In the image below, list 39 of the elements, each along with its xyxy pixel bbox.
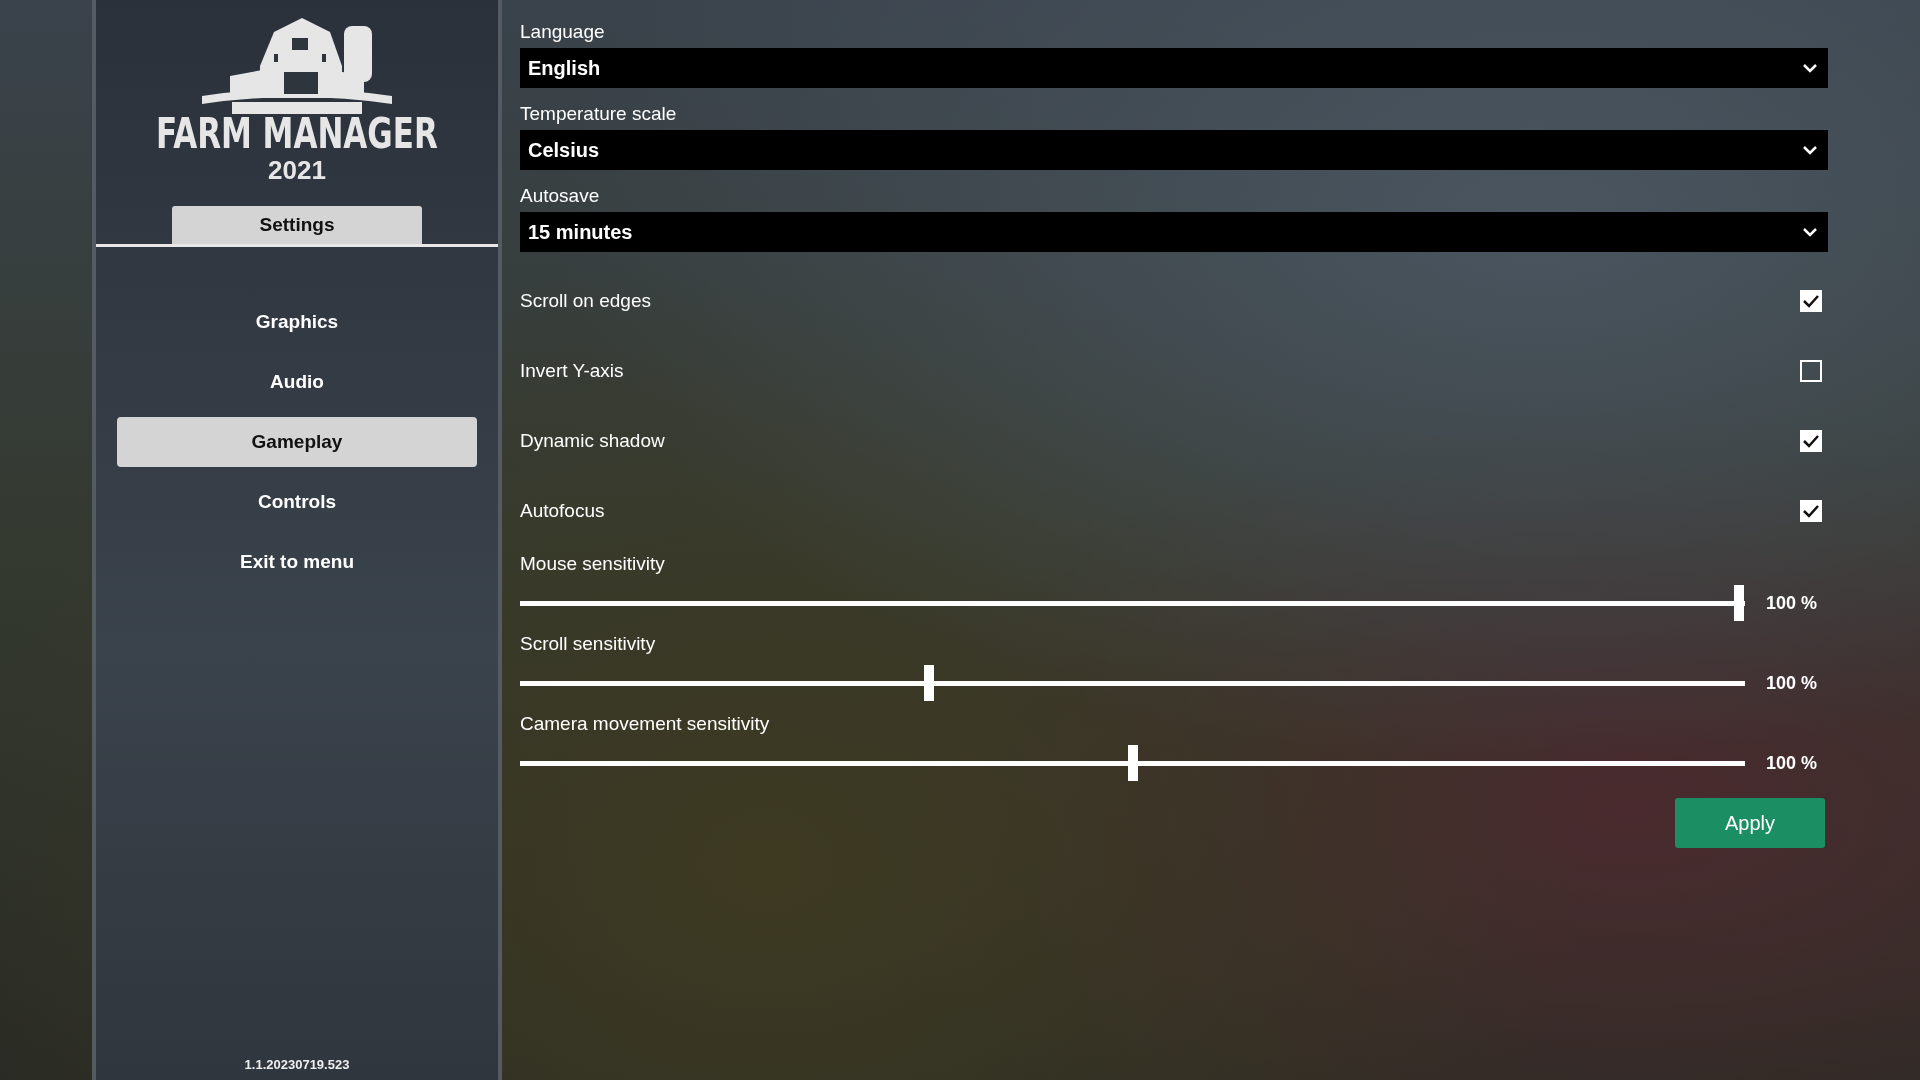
logo-title: FARM MANAGER	[156, 112, 438, 156]
slider-value: 100 %	[1766, 592, 1818, 614]
menu-item[interactable]: Graphics	[117, 297, 477, 347]
apply-button[interactable]: Apply	[1675, 798, 1825, 848]
setting-label: Autosave	[520, 184, 601, 208]
check-icon	[1803, 434, 1819, 448]
chevron-down-icon	[1802, 63, 1818, 73]
menu-item[interactable]: Gameplay	[117, 417, 477, 467]
settings-tab[interactable]: Settings	[172, 206, 422, 244]
check-icon	[1803, 504, 1819, 518]
logo-year: 2021	[268, 156, 326, 184]
slider-value: 100 %	[1766, 672, 1818, 694]
check-icon	[1803, 294, 1819, 308]
dropdown[interactable]: Celsius	[520, 130, 1828, 170]
slider-value: 100 %	[1766, 752, 1818, 774]
version-text: 1.1.20230719.523	[244, 1057, 350, 1072]
setting-label: Temperature scale	[520, 102, 678, 126]
chevron-down-icon	[1802, 227, 1818, 237]
setting-label: Language	[520, 20, 606, 44]
slider-thumb[interactable]	[1127, 744, 1138, 781]
menu-item[interactable]: Controls	[117, 477, 477, 527]
checkbox[interactable]	[1800, 430, 1822, 452]
menu-item[interactable]: Exit to menu	[117, 537, 477, 587]
checkbox[interactable]	[1800, 360, 1822, 382]
checkbox[interactable]	[1800, 500, 1822, 522]
menu-item[interactable]: Audio	[117, 357, 477, 407]
slider-thumb[interactable]	[924, 664, 935, 701]
setting-label: Invert Y-axis	[520, 359, 624, 383]
setting-label: Camera movement sensitivity	[520, 712, 771, 736]
setting-label: Autofocus	[520, 499, 605, 523]
slider-thumb[interactable]	[1733, 584, 1744, 621]
chevron-down-icon	[1802, 145, 1818, 155]
setting-label: Scroll sensitivity	[520, 632, 657, 656]
dropdown[interactable]: English	[520, 48, 1828, 88]
checkbox[interactable]	[1800, 290, 1822, 312]
setting-label: Scroll on edges	[520, 289, 651, 313]
setting-label: Dynamic shadow	[520, 429, 665, 453]
dropdown[interactable]: 15 minutes	[520, 212, 1828, 252]
setting-label: Mouse sensitivity	[520, 552, 666, 576]
